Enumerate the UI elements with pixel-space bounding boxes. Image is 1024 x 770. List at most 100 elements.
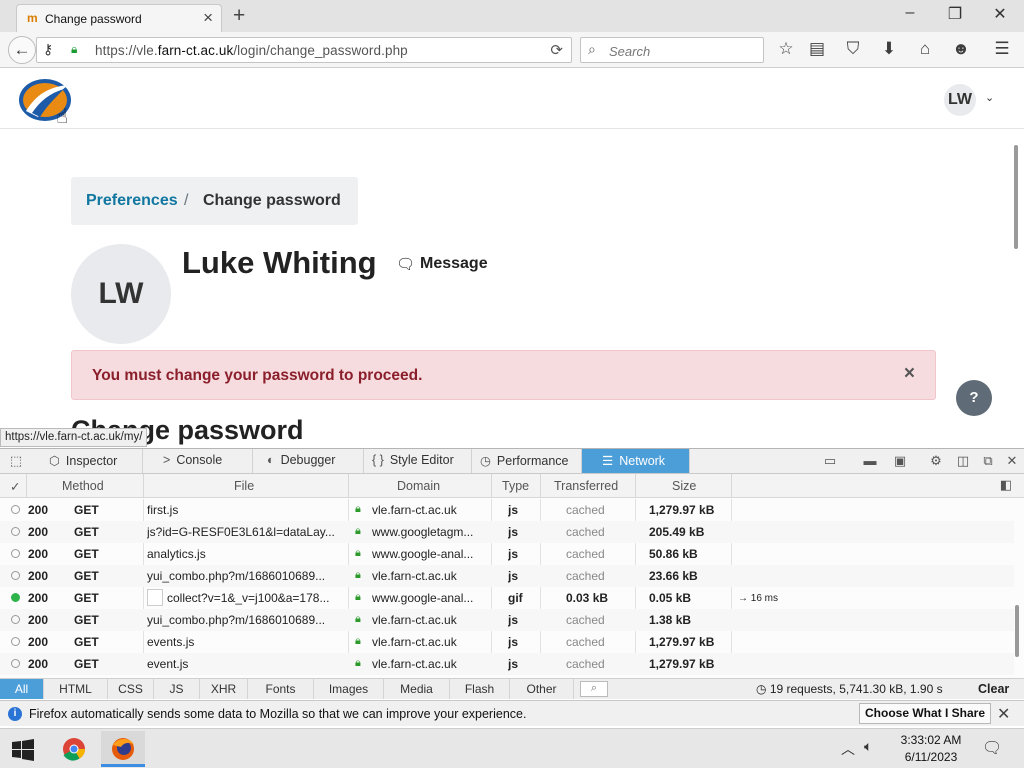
message-link[interactable]: Message bbox=[420, 255, 488, 273]
layout-toggle-icon[interactable]: ▭ bbox=[820, 453, 840, 469]
pocket-icon[interactable]: ⛉ bbox=[841, 39, 865, 59]
help-button[interactable]: ? bbox=[956, 380, 992, 416]
breadcrumb-current: Change password bbox=[203, 192, 341, 209]
menu-icon[interactable]: ☰ bbox=[990, 39, 1014, 59]
breadcrumb-link-preferences[interactable]: Preferences bbox=[86, 192, 178, 210]
account-icon[interactable]: ☻ bbox=[949, 39, 973, 59]
tab-debugger[interactable]: ◐ Debugger bbox=[253, 449, 364, 473]
element-picker-icon[interactable]: ⬚ bbox=[6, 453, 26, 469]
new-tab-button[interactable]: + bbox=[233, 4, 245, 28]
taskbar-chrome[interactable] bbox=[52, 731, 96, 767]
tab-network[interactable]: ☰ Network bbox=[582, 449, 690, 473]
chrome-icon bbox=[63, 738, 85, 761]
user-menu-avatar[interactable]: LW bbox=[944, 84, 976, 116]
request-file: first.js bbox=[147, 503, 179, 517]
filter-all[interactable]: All bbox=[0, 679, 44, 699]
request-type: js bbox=[508, 525, 519, 539]
taskbar-firefox[interactable] bbox=[101, 731, 145, 767]
network-scrollbar[interactable] bbox=[1015, 605, 1019, 657]
column-domain[interactable]: Domain bbox=[397, 479, 440, 493]
volume-icon[interactable]: 🔈︎ bbox=[864, 738, 872, 755]
reading-list-icon[interactable]: ▤ bbox=[805, 39, 829, 59]
tab-style-editor[interactable]: { } Style Editor bbox=[364, 449, 472, 473]
filter-html[interactable]: HTML bbox=[44, 679, 108, 699]
downloads-icon[interactable]: ⬇ bbox=[877, 39, 901, 59]
column-method[interactable]: Method bbox=[62, 479, 104, 493]
gear-icon[interactable]: ⚙ bbox=[926, 453, 946, 469]
filter-css[interactable]: CSS bbox=[108, 679, 154, 699]
reload-icon[interactable]: ⟳ bbox=[550, 41, 563, 59]
clear-button[interactable]: Clear bbox=[978, 682, 1009, 696]
column-file[interactable]: File bbox=[234, 479, 254, 493]
tab-inspector[interactable]: ⬡ Inspector bbox=[33, 449, 143, 473]
request-size: 23.66 kB bbox=[649, 569, 698, 583]
network-request-row[interactable]: 200 GET analytics.js www.google-anal... js ca… bbox=[0, 543, 1014, 565]
column-type[interactable]: Type bbox=[502, 479, 529, 493]
url-text[interactable]: https://vle.farn-ct.ac.uk/login/change_p… bbox=[95, 43, 408, 58]
chevron-down-icon[interactable]: ⌄ bbox=[985, 91, 994, 104]
network-request-row[interactable]: 200 GET yui_combo.php?m/1686010689... vle.f… bbox=[0, 609, 1014, 631]
page-scrollbar[interactable] bbox=[1014, 145, 1018, 249]
search-bar[interactable]: ⌕ Search bbox=[580, 37, 764, 63]
summary-text: 19 requests, 5,741.30 kB, 1.90 s bbox=[769, 682, 943, 696]
request-domain: www.google-anal... bbox=[372, 547, 474, 561]
undock-icon[interactable]: ⧉ bbox=[978, 453, 998, 469]
filter-search-input[interactable]: ⌕ bbox=[580, 681, 608, 697]
close-devtools-icon[interactable]: ✕ bbox=[1002, 453, 1022, 469]
filter-images[interactable]: Images bbox=[314, 679, 384, 699]
request-status: 200 bbox=[28, 635, 49, 649]
filter-js[interactable]: JS bbox=[154, 679, 200, 699]
home-icon[interactable]: ⌂ bbox=[913, 39, 937, 59]
speech-bubble-icon[interactable]: 🗨︎ bbox=[396, 255, 415, 273]
close-alert-icon[interactable]: × bbox=[904, 363, 915, 385]
clock-date[interactable]: 6/11/2023 bbox=[896, 750, 966, 764]
close-window-button[interactable]: ✕ bbox=[985, 4, 1015, 24]
request-type: gif bbox=[508, 591, 523, 605]
split-console-icon[interactable]: ▬ bbox=[860, 453, 880, 468]
network-request-row[interactable]: 200 GET collect?v=1&_v=j100&a=178... www.go… bbox=[0, 587, 1014, 609]
network-request-row[interactable]: 200 GET events.js vle.farn-ct.ac.uk js cached… bbox=[0, 631, 1014, 653]
url-bar[interactable]: ⚷ 🔒︎ https://vle.farn-ct.ac.uk/login/cha… bbox=[36, 37, 572, 63]
filter-fonts[interactable]: Fonts bbox=[248, 679, 314, 699]
request-status: 200 bbox=[28, 547, 49, 561]
browser-tab[interactable]: m Change password × bbox=[16, 4, 222, 32]
status-dot-icon bbox=[11, 505, 20, 514]
restore-button[interactable]: ❐ bbox=[940, 4, 970, 24]
lock-icon[interactable]: 🔒︎ bbox=[71, 42, 77, 57]
dock-side-icon[interactable]: ◫ bbox=[953, 453, 973, 469]
filter-media[interactable]: Media bbox=[384, 679, 450, 699]
request-status: 200 bbox=[28, 591, 49, 605]
filter-xhr[interactable]: XHR bbox=[200, 679, 248, 699]
back-button[interactable]: ← bbox=[8, 36, 36, 64]
tab-performance[interactable]: ◷ Performance bbox=[472, 449, 582, 473]
show-hidden-icons-chevron-icon[interactable]: ︿ bbox=[841, 739, 855, 759]
request-type: js bbox=[508, 657, 519, 671]
action-center-icon[interactable]: 🗨︎ bbox=[982, 738, 1002, 758]
tab-console[interactable]: > Console bbox=[143, 449, 253, 473]
network-request-row[interactable]: 200 GET js?id=G-RESF0E3L61&l=dataLay... www… bbox=[0, 521, 1014, 543]
windows-start-icon[interactable] bbox=[12, 739, 34, 761]
bookmark-star-icon[interactable]: ☆ bbox=[774, 39, 798, 59]
request-file: yui_combo.php?m/1686010689... bbox=[147, 569, 326, 583]
network-request-row[interactable]: 200 GET yui_combo.php?m/1686010689... vle.f… bbox=[0, 565, 1014, 587]
key-icon[interactable]: ⚷ bbox=[43, 41, 53, 58]
choose-what-i-share-button[interactable]: Choose What I Share bbox=[859, 703, 992, 724]
secure-lock-icon: 🔒︎ bbox=[355, 503, 361, 515]
close-tab-icon[interactable]: × bbox=[203, 8, 213, 28]
toggle-sidebar-icon[interactable]: ◧ bbox=[996, 477, 1016, 493]
performance-icon: ◷ bbox=[480, 454, 491, 468]
clock-time[interactable]: 3:33:02 AM bbox=[896, 733, 966, 747]
minimize-button[interactable]: – bbox=[895, 4, 925, 22]
network-request-row[interactable]: 200 GET first.js vle.farn-ct.ac.uk js cached 1… bbox=[0, 499, 1014, 521]
request-transferred: 0.03 kB bbox=[566, 591, 608, 605]
filter-flash[interactable]: Flash bbox=[450, 679, 510, 699]
column-transferred[interactable]: Transferred bbox=[554, 479, 618, 493]
responsive-mode-icon[interactable]: ▣ bbox=[890, 453, 910, 469]
close-notification-icon[interactable]: ✕ bbox=[997, 704, 1010, 724]
column-status[interactable]: ✓ bbox=[10, 479, 20, 494]
filter-other[interactable]: Other bbox=[510, 679, 574, 699]
tab-title: Change password bbox=[45, 12, 142, 26]
network-request-row[interactable]: 200 GET event.js vle.farn-ct.ac.uk js cached 1… bbox=[0, 653, 1014, 675]
firefox-icon bbox=[112, 738, 134, 760]
column-size[interactable]: Size bbox=[672, 479, 696, 493]
